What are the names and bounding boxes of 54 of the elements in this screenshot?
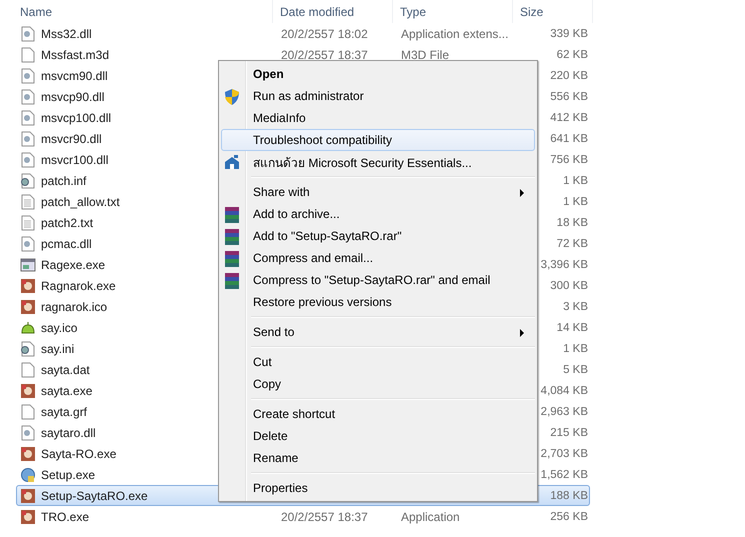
file-name: Setup.exe [41,468,96,482]
file-size: 2,963 KB [540,406,588,418]
file-size: 4,084 KB [540,384,588,396]
file-size: 62 KB [556,48,588,60]
file-size: 188 KB [550,490,588,502]
file-size: 2,703 KB [540,448,588,460]
file-size: 220 KB [550,70,588,82]
file-name: msvcr100.dll [41,152,108,166]
file-name: ragnarok.ico [41,300,108,314]
file-name: msvcr90.dll [41,132,102,146]
file-name: say.ico [41,320,78,334]
file-type: Application [400,510,461,524]
file-size: 3 KB [563,300,588,312]
file-type: Application extens... [400,26,510,40]
file-name: TRO.exe [41,510,90,524]
file-size: 1 KB [563,342,588,354]
file-size: 339 KB [550,28,588,40]
file-name: patch_allow.txt [41,194,120,208]
date-modified: 20/2/2557 18:37 [280,510,369,524]
file-size: 3,396 KB [540,258,588,270]
file-size: 556 KB [550,90,588,102]
file-size: 756 KB [550,154,588,166]
file-size: 1 KB [563,174,588,186]
file-size: 256 KB [550,510,588,522]
file-size: 412 KB [550,112,588,124]
date-modified: 20/2/2557 18:37 [280,48,369,62]
file-name: sayta.exe [41,384,92,398]
file-type: M3D File [400,48,450,62]
file-size: 300 KB [550,280,588,292]
file-name: pcmac.dll [41,236,92,250]
file-name: Ragnarok.exe [41,278,116,292]
file-name: patch.inf [41,174,86,188]
file-name: Mss32.dll [41,26,92,40]
file-size: 215 KB [550,426,588,438]
file-name: msvcp90.dll [41,90,104,104]
file-size: 1,562 KB [540,468,588,480]
file-name: Mssfast.m3d [41,48,110,62]
file-name: Sayta-RO.exe [41,446,116,460]
file-name: saytaro.dll [41,426,96,440]
file-name: msvcm90.dll [41,68,108,82]
date-modified: 20/2/2557 18:02 [280,26,369,40]
file-name: sayta.grf [41,404,88,418]
file-size: 18 KB [556,216,588,228]
file-size: 1 KB [563,196,588,208]
file-name: say.ini [41,342,74,356]
file-size: 72 KB [556,238,588,250]
file-name: patch2.txt [41,216,94,230]
file-size: 641 KB [550,132,588,144]
file-size: 14 KB [556,322,588,334]
file-name: msvcp100.dll [41,110,112,124]
file-name: Setup-SaytaRO.exe [41,488,148,502]
file-name: sayta.dat [41,362,90,376]
file-size: 5 KB [563,364,588,376]
file-name: Ragexe.exe [41,258,106,272]
